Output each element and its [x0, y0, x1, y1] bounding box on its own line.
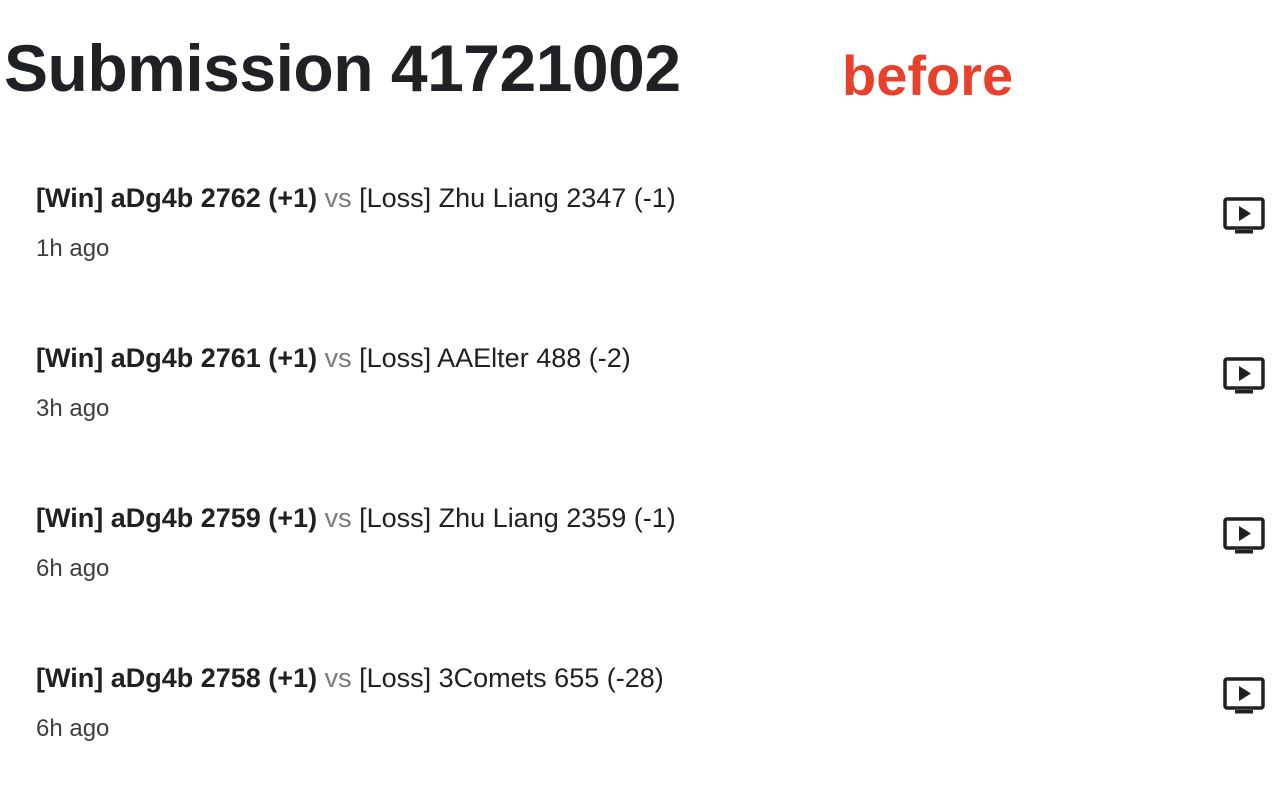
page: Submission 41721002 before [Win] aDg4b 2…	[0, 0, 1280, 800]
episode-row[interactable]: [Win] aDg4b 2761 (+1) vs [Loss] AAElter …	[0, 320, 1280, 480]
replay-icon[interactable]	[1222, 676, 1266, 716]
replay-icon[interactable]	[1222, 356, 1266, 396]
winner-label: [Win] aDg4b 2761 (+1)	[36, 343, 318, 373]
winner-label: [Win] aDg4b 2759 (+1)	[36, 503, 318, 533]
episode-time: 6h ago	[36, 555, 110, 582]
episode-time: 1h ago	[36, 235, 110, 262]
episode-row[interactable]: [Win] aDg4b 2758 (+1) vs [Loss] 3Comets …	[0, 640, 1280, 800]
winner-label: [Win] aDg4b 2762 (+1)	[36, 183, 318, 213]
episode-time: 6h ago	[36, 715, 110, 742]
episode-matchup[interactable]: [Win] aDg4b 2759 (+1) vs [Loss] Zhu Lian…	[36, 501, 676, 535]
page-title: Submission 41721002	[4, 31, 681, 105]
episode-time: 3h ago	[36, 395, 110, 422]
episode-row[interactable]: [Win] aDg4b 2762 (+1) vs [Loss] Zhu Lian…	[0, 160, 1280, 320]
vs-label: vs	[324, 183, 352, 213]
loser-label: [Loss] AAElter 488 (-2)	[359, 343, 631, 373]
version-tag: before	[842, 44, 1014, 107]
episode-matchup[interactable]: [Win] aDg4b 2762 (+1) vs [Loss] Zhu Lian…	[36, 181, 676, 215]
loser-label: [Loss] Zhu Liang 2347 (-1)	[359, 183, 676, 213]
replay-icon[interactable]	[1222, 196, 1266, 236]
vs-label: vs	[324, 503, 352, 533]
episode-matchup[interactable]: [Win] aDg4b 2761 (+1) vs [Loss] AAElter …	[36, 341, 631, 375]
replay-icon[interactable]	[1222, 516, 1266, 556]
loser-label: [Loss] Zhu Liang 2359 (-1)	[359, 503, 676, 533]
episode-row[interactable]: [Win] aDg4b 2759 (+1) vs [Loss] Zhu Lian…	[0, 480, 1280, 640]
vs-label: vs	[324, 663, 352, 693]
loser-label: [Loss] 3Comets 655 (-28)	[359, 663, 664, 693]
vs-label: vs	[324, 343, 352, 373]
episode-matchup[interactable]: [Win] aDg4b 2758 (+1) vs [Loss] 3Comets …	[36, 661, 664, 695]
episode-list: [Win] aDg4b 2762 (+1) vs [Loss] Zhu Lian…	[0, 160, 1280, 800]
winner-label: [Win] aDg4b 2758 (+1)	[36, 663, 318, 693]
